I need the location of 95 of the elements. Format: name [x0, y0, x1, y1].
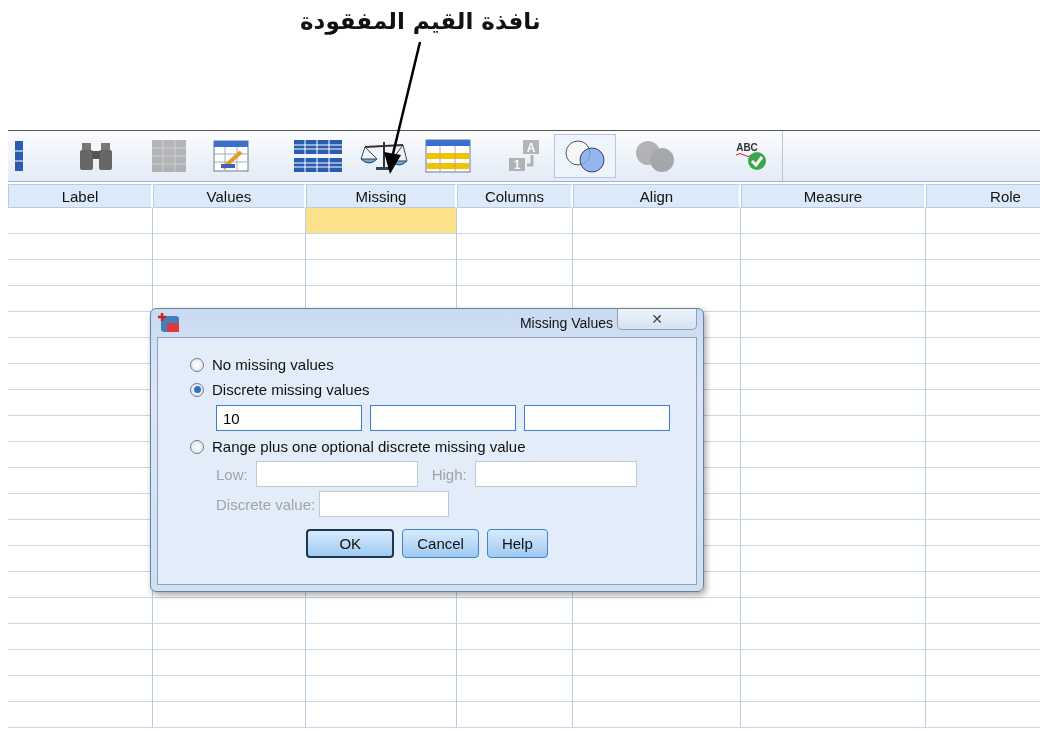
- option-label[interactable]: Discrete missing values: [212, 381, 370, 398]
- table-cell[interactable]: [8, 624, 153, 650]
- radio-button[interactable]: [190, 382, 204, 397]
- option-label[interactable]: Range plus one optional discrete missing value: [212, 438, 526, 455]
- table-cell[interactable]: [741, 598, 926, 624]
- table-cell[interactable]: [457, 650, 573, 676]
- table-cell[interactable]: [457, 702, 573, 728]
- input-field[interactable]: [524, 405, 670, 431]
- table-cell[interactable]: [457, 676, 573, 702]
- table-cell[interactable]: [741, 364, 926, 390]
- table-cell[interactable]: [306, 234, 457, 260]
- table-cell[interactable]: [153, 208, 306, 234]
- table-cell[interactable]: [153, 702, 306, 728]
- table-cell[interactable]: [8, 598, 153, 624]
- table-cell[interactable]: [573, 676, 741, 702]
- table-cell[interactable]: [741, 468, 926, 494]
- table-cell[interactable]: [741, 520, 926, 546]
- table-cell[interactable]: [153, 598, 306, 624]
- table-cell[interactable]: [8, 208, 153, 234]
- table-cell[interactable]: [741, 390, 926, 416]
- table-cell[interactable]: [8, 650, 153, 676]
- table-cell[interactable]: [306, 624, 457, 650]
- table-cell[interactable]: [153, 260, 306, 286]
- table-cell[interactable]: [306, 260, 457, 286]
- column-header[interactable]: Role: [926, 184, 1040, 208]
- table-cell[interactable]: [306, 598, 457, 624]
- table-cell[interactable]: [8, 234, 153, 260]
- field-label: Low:: [216, 465, 248, 483]
- radio-button[interactable]: [190, 357, 204, 372]
- column-header[interactable]: Missing: [306, 184, 457, 208]
- input-field[interactable]: 10: [216, 405, 362, 431]
- toolbar-button[interactable]: ABC: [726, 134, 774, 178]
- table-cell[interactable]: [573, 260, 741, 286]
- table-cell[interactable]: [573, 702, 741, 728]
- table-cell[interactable]: [457, 624, 573, 650]
- table-cell[interactable]: [741, 494, 926, 520]
- table-cell[interactable]: [741, 650, 926, 676]
- table-cell[interactable]: [741, 286, 926, 312]
- table-cell[interactable]: [741, 338, 926, 364]
- table-icon: [293, 139, 343, 173]
- column-header[interactable]: Label: [8, 184, 153, 208]
- table-cell[interactable]: [153, 676, 306, 702]
- field-label: Discrete value:: [216, 495, 316, 513]
- table-cell[interactable]: [741, 260, 926, 286]
- radio-button[interactable]: [190, 439, 204, 454]
- table-cell[interactable]: [573, 650, 741, 676]
- table-cell[interactable]: [153, 650, 306, 676]
- table-cell[interactable]: [457, 260, 573, 286]
- table-cell[interactable]: [306, 676, 457, 702]
- table-cell[interactable]: [306, 208, 457, 234]
- field-label: High:: [431, 465, 467, 483]
- table-cell[interactable]: [741, 416, 926, 442]
- table-cell[interactable]: [153, 624, 306, 650]
- column-header[interactable]: Values: [153, 184, 306, 208]
- column-header[interactable]: Columns: [457, 184, 573, 208]
- table-edit-icon: [213, 140, 249, 172]
- table-cell[interactable]: [741, 546, 926, 572]
- table-cell[interactable]: [573, 208, 741, 234]
- table-cell[interactable]: [741, 676, 926, 702]
- table-cell[interactable]: [153, 234, 306, 260]
- table-cell[interactable]: [8, 286, 153, 312]
- table-cell[interactable]: [741, 624, 926, 650]
- table-cell[interactable]: [741, 442, 926, 468]
- table-cell[interactable]: [457, 234, 573, 260]
- table-cell[interactable]: [8, 260, 153, 286]
- close-button[interactable]: ✕: [617, 308, 697, 330]
- table-icon: [151, 139, 187, 173]
- app-icon: [157, 312, 181, 334]
- table-cell[interactable]: [573, 624, 741, 650]
- table-cell[interactable]: [741, 208, 926, 234]
- grid-icon: [15, 139, 23, 173]
- table-cell[interactable]: [741, 702, 926, 728]
- table-icon: [425, 139, 471, 173]
- table-cell[interactable]: [741, 234, 926, 260]
- table-cell[interactable]: [8, 676, 153, 702]
- table-cell[interactable]: [306, 650, 457, 676]
- dialog-button[interactable]: OK: [306, 529, 395, 558]
- table-cell[interactable]: [741, 572, 926, 598]
- binoculars-icon: [79, 141, 113, 171]
- dialog-button[interactable]: Cancel: [402, 529, 479, 558]
- table-cell[interactable]: [741, 312, 926, 338]
- dialog-button[interactable]: Help: [486, 529, 548, 558]
- column-header[interactable]: Measure: [741, 184, 926, 208]
- table-cell[interactable]: [8, 702, 153, 728]
- scales-icon: [359, 139, 409, 173]
- table-cell[interactable]: [457, 598, 573, 624]
- table-cell[interactable]: [306, 702, 457, 728]
- dialog-title: Missing Values: [519, 315, 613, 331]
- input-field[interactable]: [370, 405, 516, 431]
- table-cell[interactable]: [573, 234, 741, 260]
- table-cell[interactable]: [573, 598, 741, 624]
- column-header[interactable]: Align: [573, 184, 741, 208]
- table-cell[interactable]: [457, 208, 573, 234]
- annotation-caption: نافذة القيم المفقودة: [300, 8, 541, 34]
- option-label[interactable]: No missing values: [212, 356, 334, 373]
